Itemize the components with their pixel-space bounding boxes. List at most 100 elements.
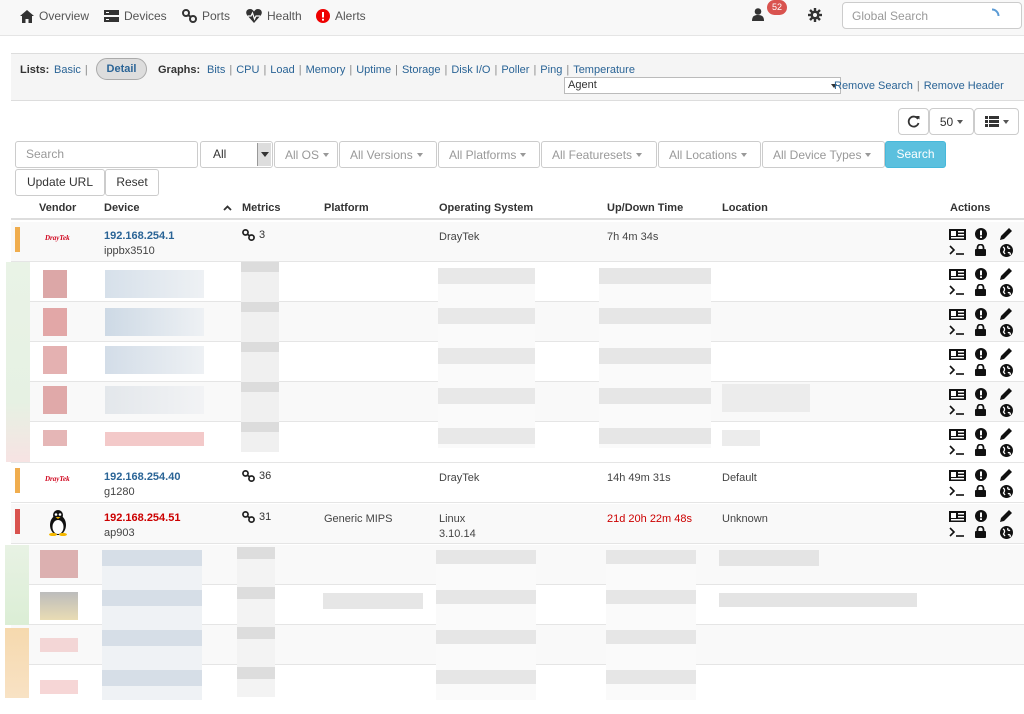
globe-icon[interactable] xyxy=(1000,526,1013,539)
vcard-icon[interactable] xyxy=(949,269,966,280)
pencil-edit-icon[interactable] xyxy=(1000,307,1013,320)
graph-type-select[interactable]: Agent xyxy=(564,77,841,94)
nav-devices[interactable]: Devices xyxy=(104,0,167,32)
nav-ports[interactable]: Ports xyxy=(182,0,230,32)
lock-icon[interactable] xyxy=(975,324,986,336)
terminal-icon[interactable] xyxy=(949,245,965,255)
alert-icon[interactable] xyxy=(975,348,987,360)
graph-link-storage[interactable]: Storage xyxy=(402,64,441,76)
lock-icon[interactable] xyxy=(975,284,986,296)
alert-icon[interactable] xyxy=(975,510,987,522)
nav-health[interactable]: Health xyxy=(246,0,302,32)
notification-badge[interactable]: 52 xyxy=(767,0,787,15)
remove-header-link[interactable]: Remove Header xyxy=(924,80,1004,92)
globe-icon[interactable] xyxy=(1000,404,1013,417)
lock-icon[interactable] xyxy=(975,404,986,416)
refresh-button[interactable] xyxy=(898,108,929,135)
graph-link-bits[interactable]: Bits xyxy=(207,64,225,76)
pencil-edit-icon[interactable] xyxy=(1000,427,1013,440)
lock-icon[interactable] xyxy=(975,485,986,497)
column-uptime[interactable]: Up/Down Time xyxy=(607,202,683,214)
lock-icon[interactable] xyxy=(975,364,986,376)
vcard-icon[interactable] xyxy=(949,470,966,481)
terminal-icon[interactable] xyxy=(949,325,965,335)
device-search-input[interactable]: Search xyxy=(15,141,198,168)
pencil-edit-icon[interactable] xyxy=(1000,468,1013,481)
alert-icon[interactable] xyxy=(975,428,987,440)
vcard-icon[interactable] xyxy=(949,309,966,320)
list-detail-button[interactable]: Detail xyxy=(96,58,147,80)
alert-icon[interactable] xyxy=(975,228,987,240)
filter-device-types[interactable]: All Device Types xyxy=(762,141,885,168)
list-basic-link[interactable]: Basic xyxy=(54,64,81,76)
alert-icon[interactable] xyxy=(975,469,987,481)
column-platform[interactable]: Platform xyxy=(324,202,369,214)
filter-versions[interactable]: All Versions xyxy=(339,141,437,168)
column-metrics[interactable]: Metrics xyxy=(242,202,281,214)
table-row[interactable]: DrayTek 192.168.254.1 ippbx3510 3 DrayTe… xyxy=(11,222,1024,262)
column-vendor[interactable]: Vendor xyxy=(39,202,76,214)
alert-icon[interactable] xyxy=(975,388,987,400)
vcard-icon[interactable] xyxy=(949,389,966,400)
column-os[interactable]: Operating System xyxy=(439,202,533,214)
device-ip-link[interactable]: 192.168.254.1 xyxy=(104,230,174,242)
column-selector-dropdown[interactable] xyxy=(974,108,1019,135)
graph-link-ping[interactable]: Ping xyxy=(540,64,562,76)
nav-alerts[interactable]: Alerts xyxy=(316,0,366,32)
gear-icon[interactable] xyxy=(808,8,822,22)
nav-overview[interactable]: Overview xyxy=(20,0,89,32)
metrics-link[interactable]: 36 xyxy=(242,470,271,482)
table-row[interactable]: 192.168.254.51 ap903 31 Generic MIPS Lin… xyxy=(11,504,1024,544)
globe-icon[interactable] xyxy=(1000,284,1013,297)
reset-button[interactable]: Reset xyxy=(105,169,159,196)
vcard-icon[interactable] xyxy=(949,349,966,360)
lock-icon[interactable] xyxy=(975,526,986,538)
column-location[interactable]: Location xyxy=(722,202,768,214)
graph-link-disk-io[interactable]: Disk I/O xyxy=(451,64,490,76)
terminal-icon[interactable] xyxy=(949,486,965,496)
vcard-icon[interactable] xyxy=(949,229,966,240)
pencil-edit-icon[interactable] xyxy=(1000,267,1013,280)
terminal-icon[interactable] xyxy=(949,285,965,295)
terminal-icon[interactable] xyxy=(949,405,965,415)
vcard-icon[interactable] xyxy=(949,429,966,440)
lock-icon[interactable] xyxy=(975,444,986,456)
filter-featuresets[interactable]: All Featuresets xyxy=(541,141,657,168)
device-ip-link[interactable]: 192.168.254.51 xyxy=(104,512,180,524)
vcard-icon[interactable] xyxy=(949,511,966,522)
remove-search-link[interactable]: Remove Search xyxy=(834,80,913,92)
graph-link-poller[interactable]: Poller xyxy=(501,64,529,76)
sort-ascending-icon[interactable] xyxy=(223,205,232,211)
table-row[interactable]: DrayTek 192.168.254.40 g1280 36 DrayTek … xyxy=(11,463,1024,503)
graph-link-memory[interactable]: Memory xyxy=(306,64,346,76)
filter-os[interactable]: All OS xyxy=(274,141,338,168)
page-size-dropdown[interactable]: 50 xyxy=(929,108,974,135)
column-device[interactable]: Device xyxy=(104,202,139,214)
status-select[interactable]: All xyxy=(200,141,273,168)
pencil-edit-icon[interactable] xyxy=(1000,347,1013,360)
filter-platforms[interactable]: All Platforms xyxy=(438,141,540,168)
metrics-link[interactable]: 31 xyxy=(242,511,271,523)
globe-icon[interactable] xyxy=(1000,364,1013,377)
graph-link-load[interactable]: Load xyxy=(270,64,294,76)
graph-link-temperature[interactable]: Temperature xyxy=(573,64,635,76)
lock-icon[interactable] xyxy=(975,244,986,256)
globe-icon[interactable] xyxy=(1000,485,1013,498)
globe-icon[interactable] xyxy=(1000,324,1013,337)
terminal-icon[interactable] xyxy=(949,365,965,375)
globe-icon[interactable] xyxy=(1000,444,1013,457)
graph-link-cpu[interactable]: CPU xyxy=(236,64,259,76)
device-ip-link[interactable]: 192.168.254.40 xyxy=(104,471,180,483)
metrics-link[interactable]: 3 xyxy=(242,229,265,241)
pencil-edit-icon[interactable] xyxy=(1000,387,1013,400)
update-url-button[interactable]: Update URL xyxy=(15,169,105,196)
terminal-icon[interactable] xyxy=(949,527,965,537)
pencil-edit-icon[interactable] xyxy=(1000,509,1013,522)
search-button[interactable]: Search xyxy=(885,141,946,168)
alert-icon[interactable] xyxy=(975,308,987,320)
graph-link-uptime[interactable]: Uptime xyxy=(356,64,391,76)
terminal-icon[interactable] xyxy=(949,445,965,455)
globe-icon[interactable] xyxy=(1000,244,1013,257)
alert-icon[interactable] xyxy=(975,268,987,280)
user-icon[interactable] xyxy=(752,8,764,21)
